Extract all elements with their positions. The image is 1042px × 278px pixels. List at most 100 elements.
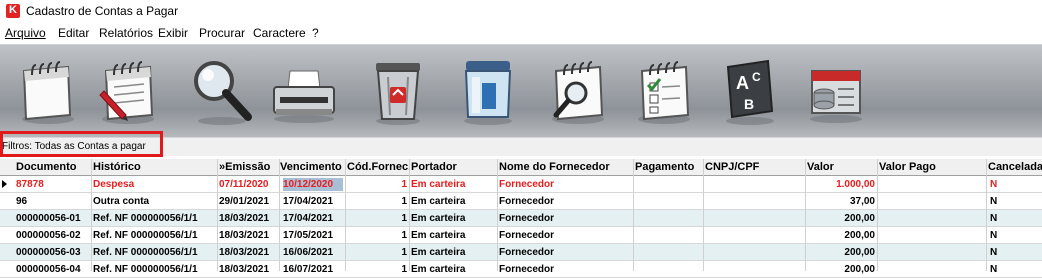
cell-nome-fornecedor: Fornecedor <box>499 213 555 224</box>
printer-icon[interactable] <box>268 53 340 127</box>
table-row[interactable]: 000000056-01 Ref. NF 000000056/1/1 18/03… <box>0 210 1042 227</box>
cell-emissao: 18/03/2021 <box>219 230 270 241</box>
table-row[interactable]: 000000056-02 Ref. NF 000000056/1/1 18/03… <box>0 227 1042 244</box>
table-row[interactable]: 96 Outra conta 29/01/2021 17/04/2021 1 E… <box>0 193 1042 210</box>
menu-caractere[interactable]: Caractere <box>253 26 306 40</box>
cell-pagamento <box>635 178 703 191</box>
notepad-search-icon[interactable] <box>542 53 614 127</box>
new-notepad-icon[interactable] <box>12 53 84 127</box>
cell-portador: Em carteira <box>411 213 466 224</box>
column-separator <box>217 159 218 271</box>
cell-nome-fornecedor: Fornecedor <box>499 247 555 258</box>
menu-arquivo[interactable]: Arquivo <box>5 26 46 40</box>
grid-header: Documento Histórico »Emissão Vencimento … <box>0 159 1042 176</box>
cell-pagamento <box>635 229 703 242</box>
column-separator <box>91 159 92 271</box>
cell-emissao: 18/03/2021 <box>219 213 270 224</box>
cell-portador: Em carteira <box>411 179 466 190</box>
cell-historico: Outra conta <box>93 196 150 207</box>
filter-highlight-box <box>0 131 163 157</box>
col-cod-fornec[interactable]: Cód.Fornec. <box>347 161 409 173</box>
cell-emissao: 18/03/2021 <box>219 264 270 275</box>
cell-documento: 000000056-02 <box>16 230 81 241</box>
cell-emissao: 18/03/2021 <box>219 247 270 258</box>
cell-valor: 200,00 <box>844 247 875 258</box>
cell-cnpj-cpf <box>705 178 805 191</box>
col-documento[interactable]: Documento <box>16 161 90 173</box>
cell-cancelada: N <box>990 230 998 241</box>
col-historico[interactable]: Histórico <box>93 161 217 173</box>
cell-historico: Despesa <box>93 179 135 190</box>
cell-cod-fornec: 1 <box>401 196 407 207</box>
column-separator <box>497 159 498 271</box>
cell-valor-pago <box>879 212 985 225</box>
cell-valor: 37,00 <box>849 196 875 207</box>
cell-valor: 200,00 <box>844 230 875 241</box>
cell-cod-fornec: 1 <box>401 213 407 224</box>
menu-bar: Arquivo Editar Relatórios Exibir Procura… <box>0 23 1042 43</box>
column-separator <box>633 159 634 271</box>
column-separator <box>279 159 280 271</box>
cell-valor-pago <box>879 195 985 208</box>
cell-cnpj-cpf <box>705 263 805 276</box>
column-separator <box>703 159 704 271</box>
cell-pagamento <box>635 263 703 276</box>
svg-text:A: A <box>736 73 749 93</box>
cell-vencimento: 16/07/2021 <box>283 264 334 275</box>
cell-cnpj-cpf <box>705 229 805 242</box>
app-icon: K <box>6 4 20 18</box>
col-valor[interactable]: Valor <box>807 161 877 173</box>
toolbar: A C B <box>0 44 1042 137</box>
cell-cod-fornec: 1 <box>401 264 407 275</box>
sort-abc-icon[interactable]: A C B <box>714 53 786 127</box>
cell-nome-fornecedor: Fornecedor <box>499 179 555 190</box>
cell-cnpj-cpf <box>705 246 805 259</box>
col-portador[interactable]: Portador <box>411 161 497 173</box>
checklist-icon[interactable] <box>628 53 700 127</box>
cell-cancelada: N <box>990 213 998 224</box>
search-magnifier-icon[interactable] <box>186 53 258 127</box>
edit-notepad-icon[interactable] <box>92 53 164 127</box>
recycle-bin-icon[interactable] <box>362 53 434 127</box>
cell-cod-fornec: 1 <box>401 230 407 241</box>
col-cancelada[interactable]: Cancelada <box>988 161 1042 173</box>
menu-help[interactable]: ? <box>312 26 319 40</box>
cell-historico: Ref. NF 000000056/1/1 <box>93 247 198 258</box>
filter-icon[interactable] <box>452 53 524 127</box>
menu-relatorios[interactable]: Relatórios <box>99 26 153 40</box>
menu-exibir[interactable]: Exibir <box>158 26 188 40</box>
cell-pagamento <box>635 246 703 259</box>
col-cnpj-cpf[interactable]: CNPJ/CPF <box>705 161 805 173</box>
col-vencimento[interactable]: Vencimento <box>280 161 346 173</box>
cell-vencimento: 17/04/2021 <box>283 196 334 207</box>
table-row[interactable]: 000000056-03 Ref. NF 000000056/1/1 18/03… <box>0 244 1042 261</box>
cell-cnpj-cpf <box>705 212 805 225</box>
cell-pagamento <box>635 212 703 225</box>
folder-database-icon[interactable] <box>800 53 872 127</box>
cell-valor: 200,00 <box>844 264 875 275</box>
column-separator <box>805 159 806 271</box>
cell-cnpj-cpf <box>705 195 805 208</box>
col-emissao[interactable]: »Emissão <box>219 161 279 173</box>
table-row[interactable]: 000000056-04 Ref. NF 000000056/1/1 18/03… <box>0 261 1042 278</box>
column-separator <box>877 159 878 271</box>
col-nome-fornecedor[interactable]: Nome do Fornecedor <box>499 161 633 173</box>
cell-cancelada: N <box>990 179 998 190</box>
menu-editar[interactable]: Editar <box>58 26 89 40</box>
cell-vencimento[interactable]: 10/12/2020 <box>283 178 343 191</box>
col-valor-pago[interactable]: Valor Pago <box>879 161 985 173</box>
cell-vencimento: 17/04/2021 <box>283 213 334 224</box>
svg-text:C: C <box>752 70 761 84</box>
menu-procurar[interactable]: Procurar <box>199 26 245 40</box>
cell-nome-fornecedor: Fornecedor <box>499 264 555 275</box>
cell-nome-fornecedor: Fornecedor <box>499 230 555 241</box>
cell-cancelada: N <box>990 196 998 207</box>
table-row[interactable]: 87878 Despesa 07/11/2020 10/12/2020 1 Em… <box>0 176 1042 193</box>
cell-documento: 000000056-03 <box>16 247 81 258</box>
cell-portador: Em carteira <box>411 247 466 258</box>
col-pagamento[interactable]: Pagamento <box>635 161 703 173</box>
cell-historico: Ref. NF 000000056/1/1 <box>93 264 198 275</box>
cell-cod-fornec: 1 <box>401 179 407 190</box>
cell-valor-pago <box>879 178 985 191</box>
row-pointer-icon <box>2 180 7 188</box>
